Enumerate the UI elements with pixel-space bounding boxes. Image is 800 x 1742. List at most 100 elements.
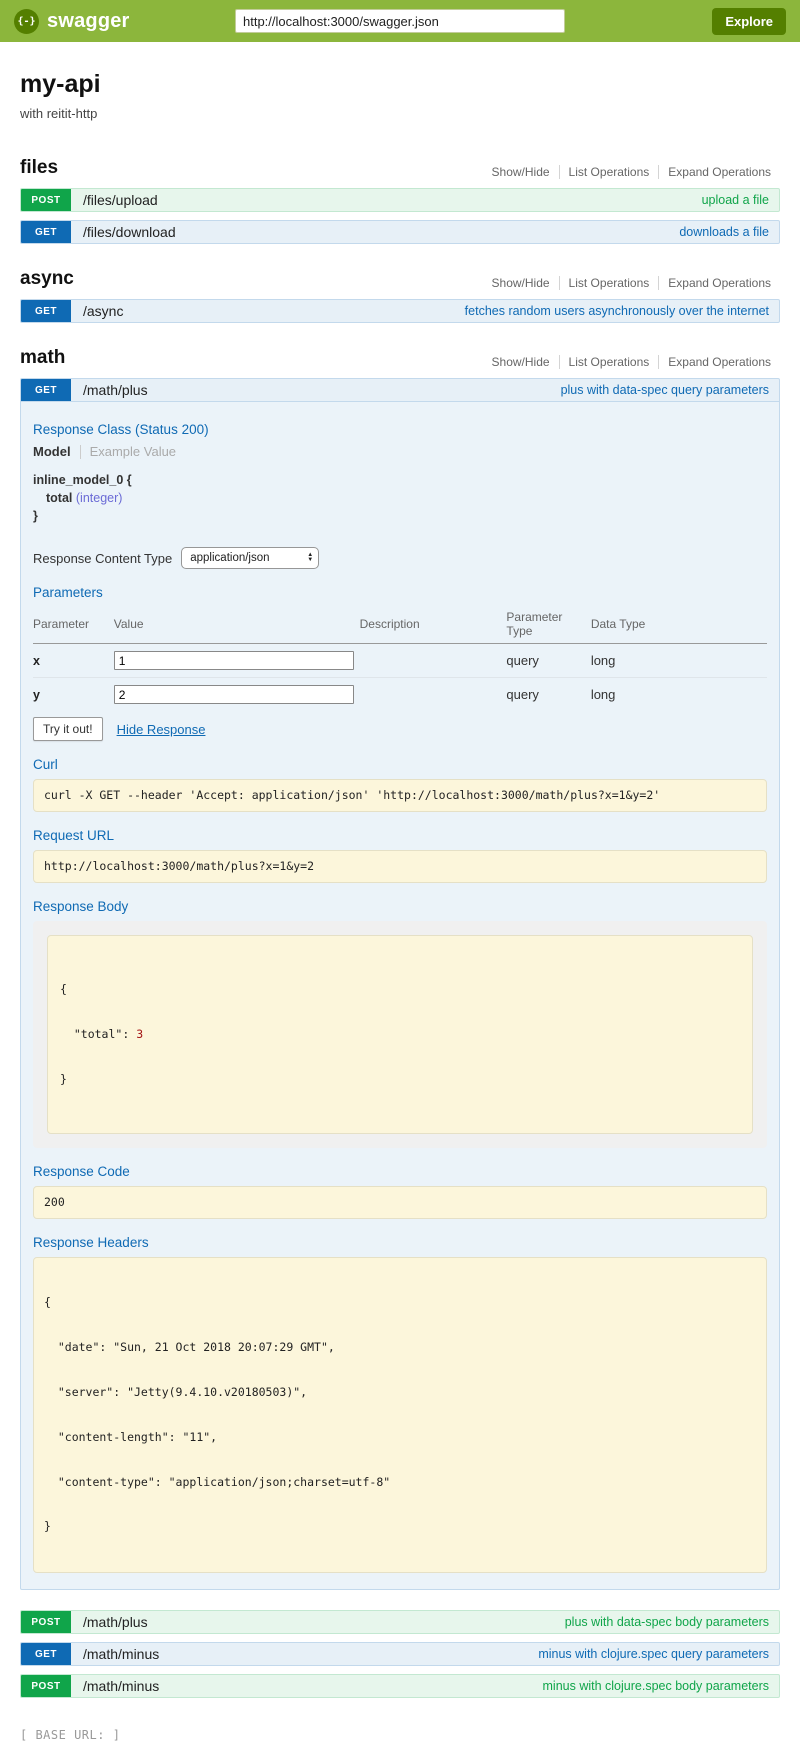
show-hide-link[interactable]: Show/Hide bbox=[483, 276, 559, 290]
endpoint-path-link[interactable]: /math/plus bbox=[83, 382, 148, 398]
endpoint-row-get-math-plus[interactable]: GET /math/plus plus with data-spec query… bbox=[20, 378, 780, 402]
model-signature: inline_model_0 { total (integer) } bbox=[33, 471, 767, 525]
endpoint-path-link[interactable]: /math/minus bbox=[83, 1646, 159, 1662]
endpoint-row-get-async[interactable]: GET /async fetches random users asynchro… bbox=[20, 299, 780, 323]
endpoint-path-link[interactable]: /files/download bbox=[83, 224, 176, 240]
response-content-type-select[interactable]: application/json ▲▼ bbox=[181, 547, 319, 569]
expand-operations-link[interactable]: Expand Operations bbox=[658, 355, 780, 369]
swagger-brand-link[interactable]: {-} swagger bbox=[14, 9, 235, 34]
col-header-parameter-type: Parameter Type bbox=[506, 607, 590, 644]
endpoint-row-post-math-plus[interactable]: POST /math/plus plus with data-spec body… bbox=[20, 1610, 780, 1634]
expand-operations-link[interactable]: Expand Operations bbox=[658, 165, 780, 179]
top-bar: {-} swagger Explore bbox=[0, 0, 800, 42]
select-arrows-icon: ▲▼ bbox=[307, 553, 313, 563]
parameters-table: Parameter Value Description Parameter Ty… bbox=[33, 607, 767, 711]
hide-response-link[interactable]: Hide Response bbox=[117, 722, 206, 737]
expand-operations-link[interactable]: Expand Operations bbox=[658, 276, 780, 290]
tab-separator bbox=[80, 445, 81, 459]
tab-model[interactable]: Model bbox=[33, 444, 71, 459]
endpoint-summary-link[interactable]: fetches random users asynchronously over… bbox=[465, 304, 769, 318]
endpoint-path-link[interactable]: /math/plus bbox=[83, 1614, 148, 1630]
col-header-parameter: Parameter bbox=[33, 607, 114, 644]
model-close-line: } bbox=[33, 507, 767, 525]
section-controls: Show/Hide List Operations Expand Operati… bbox=[483, 165, 780, 179]
show-hide-link[interactable]: Show/Hide bbox=[483, 355, 559, 369]
endpoint-summary-link[interactable]: downloads a file bbox=[679, 225, 769, 239]
curl-heading: Curl bbox=[33, 757, 767, 772]
endpoint-summary-link[interactable]: minus with clojure.spec query parameters bbox=[538, 1647, 769, 1661]
list-operations-link[interactable]: List Operations bbox=[559, 355, 659, 369]
endpoint-path-link[interactable]: /math/minus bbox=[83, 1678, 159, 1694]
endpoint-summary-link[interactable]: plus with data-spec query parameters bbox=[561, 383, 769, 397]
section-title-math[interactable]: math bbox=[20, 347, 65, 369]
http-method-badge: GET bbox=[21, 1643, 71, 1665]
param-description bbox=[360, 678, 507, 712]
section-math: math Show/Hide List Operations Expand Op… bbox=[20, 347, 780, 1698]
endpoint-row-post-files-upload[interactable]: POST /files/upload upload a file bbox=[20, 188, 780, 212]
endpoint-row-post-math-minus[interactable]: POST /math/minus minus with clojure.spec… bbox=[20, 1674, 780, 1698]
param-row-y: y query long bbox=[33, 678, 767, 712]
col-header-value: Value bbox=[114, 607, 360, 644]
brand-name: swagger bbox=[47, 10, 130, 33]
list-operations-link[interactable]: List Operations bbox=[559, 165, 659, 179]
model-open-line: inline_model_0 { bbox=[33, 471, 767, 489]
json-number-value: 3 bbox=[136, 1027, 143, 1041]
endpoint-path-link[interactable]: /async bbox=[83, 303, 123, 319]
http-method-badge: POST bbox=[21, 189, 71, 211]
section-async: async Show/Hide List Operations Expand O… bbox=[20, 268, 780, 323]
col-header-data-type: Data Type bbox=[591, 607, 767, 644]
show-hide-link[interactable]: Show/Hide bbox=[483, 165, 559, 179]
parameters-heading: Parameters bbox=[33, 585, 767, 600]
endpoint-summary-link[interactable]: upload a file bbox=[702, 193, 769, 207]
response-content-type-row: Response Content Type application/json ▲… bbox=[33, 547, 767, 569]
explore-button[interactable]: Explore bbox=[712, 8, 786, 35]
swagger-logo-icon: {-} bbox=[14, 9, 39, 34]
json-total-line: "total": 3 bbox=[60, 1027, 740, 1042]
http-method-badge: POST bbox=[21, 1675, 71, 1697]
section-title-files[interactable]: files bbox=[20, 157, 58, 179]
base-url-footer: [ BASE URL: ] bbox=[20, 1728, 800, 1742]
list-operations-link[interactable]: List Operations bbox=[559, 276, 659, 290]
request-url-heading: Request URL bbox=[33, 828, 767, 843]
http-method-badge: GET bbox=[21, 300, 71, 322]
endpoint-path-link[interactable]: /files/upload bbox=[83, 192, 158, 208]
try-it-out-button[interactable]: Try it out! bbox=[33, 717, 103, 741]
tab-example-value[interactable]: Example Value bbox=[90, 444, 176, 459]
param-value-input-x[interactable] bbox=[114, 651, 354, 670]
response-code-value: 200 bbox=[33, 1186, 767, 1219]
endpoint-summary-link[interactable]: plus with data-spec body parameters bbox=[565, 1615, 769, 1629]
response-content-type-label: Response Content Type bbox=[33, 551, 172, 566]
try-row: Try it out! Hide Response bbox=[33, 717, 767, 741]
col-header-description: Description bbox=[360, 607, 507, 644]
endpoint-row-get-files-download[interactable]: GET /files/download downloads a file bbox=[20, 220, 780, 244]
curl-command: curl -X GET --header 'Accept: applicatio… bbox=[33, 779, 767, 812]
response-body-json: { "total": 3 } bbox=[47, 935, 753, 1133]
json-open-brace: { bbox=[60, 982, 740, 997]
section-controls: Show/Hide List Operations Expand Operati… bbox=[483, 355, 780, 369]
api-title: my-api bbox=[20, 70, 780, 99]
endpoint-row-get-math-minus[interactable]: GET /math/minus minus with clojure.spec … bbox=[20, 1642, 780, 1666]
param-description bbox=[360, 644, 507, 678]
response-code-heading: Response Code bbox=[33, 1164, 767, 1179]
http-method-badge: GET bbox=[21, 221, 71, 243]
param-row-x: x query long bbox=[33, 644, 767, 678]
response-body-wrapper: { "total": 3 } bbox=[33, 921, 767, 1147]
section-title-async[interactable]: async bbox=[20, 268, 74, 290]
param-type: query bbox=[506, 678, 590, 712]
param-data-type: long bbox=[591, 678, 767, 712]
param-value-input-y[interactable] bbox=[114, 685, 354, 704]
response-body-heading: Response Body bbox=[33, 899, 767, 914]
json-close-brace: } bbox=[60, 1072, 740, 1087]
response-headers-json: { "date": "Sun, 21 Oct 2018 20:07:29 GMT… bbox=[33, 1257, 767, 1574]
response-headers-heading: Response Headers bbox=[33, 1235, 767, 1250]
param-data-type: long bbox=[591, 644, 767, 678]
model-property: total (integer) bbox=[33, 489, 767, 507]
param-name: x bbox=[33, 654, 40, 668]
endpoint-summary-link[interactable]: minus with clojure.spec body parameters bbox=[543, 1679, 770, 1693]
spec-url-input[interactable] bbox=[235, 9, 565, 33]
http-method-badge: GET bbox=[21, 379, 71, 401]
selected-content-type: application/json bbox=[190, 552, 269, 564]
operation-content: Response Class (Status 200) Model Exampl… bbox=[20, 402, 780, 1590]
request-url-value: http://localhost:3000/math/plus?x=1&y=2 bbox=[33, 850, 767, 883]
section-controls: Show/Hide List Operations Expand Operati… bbox=[483, 276, 780, 290]
